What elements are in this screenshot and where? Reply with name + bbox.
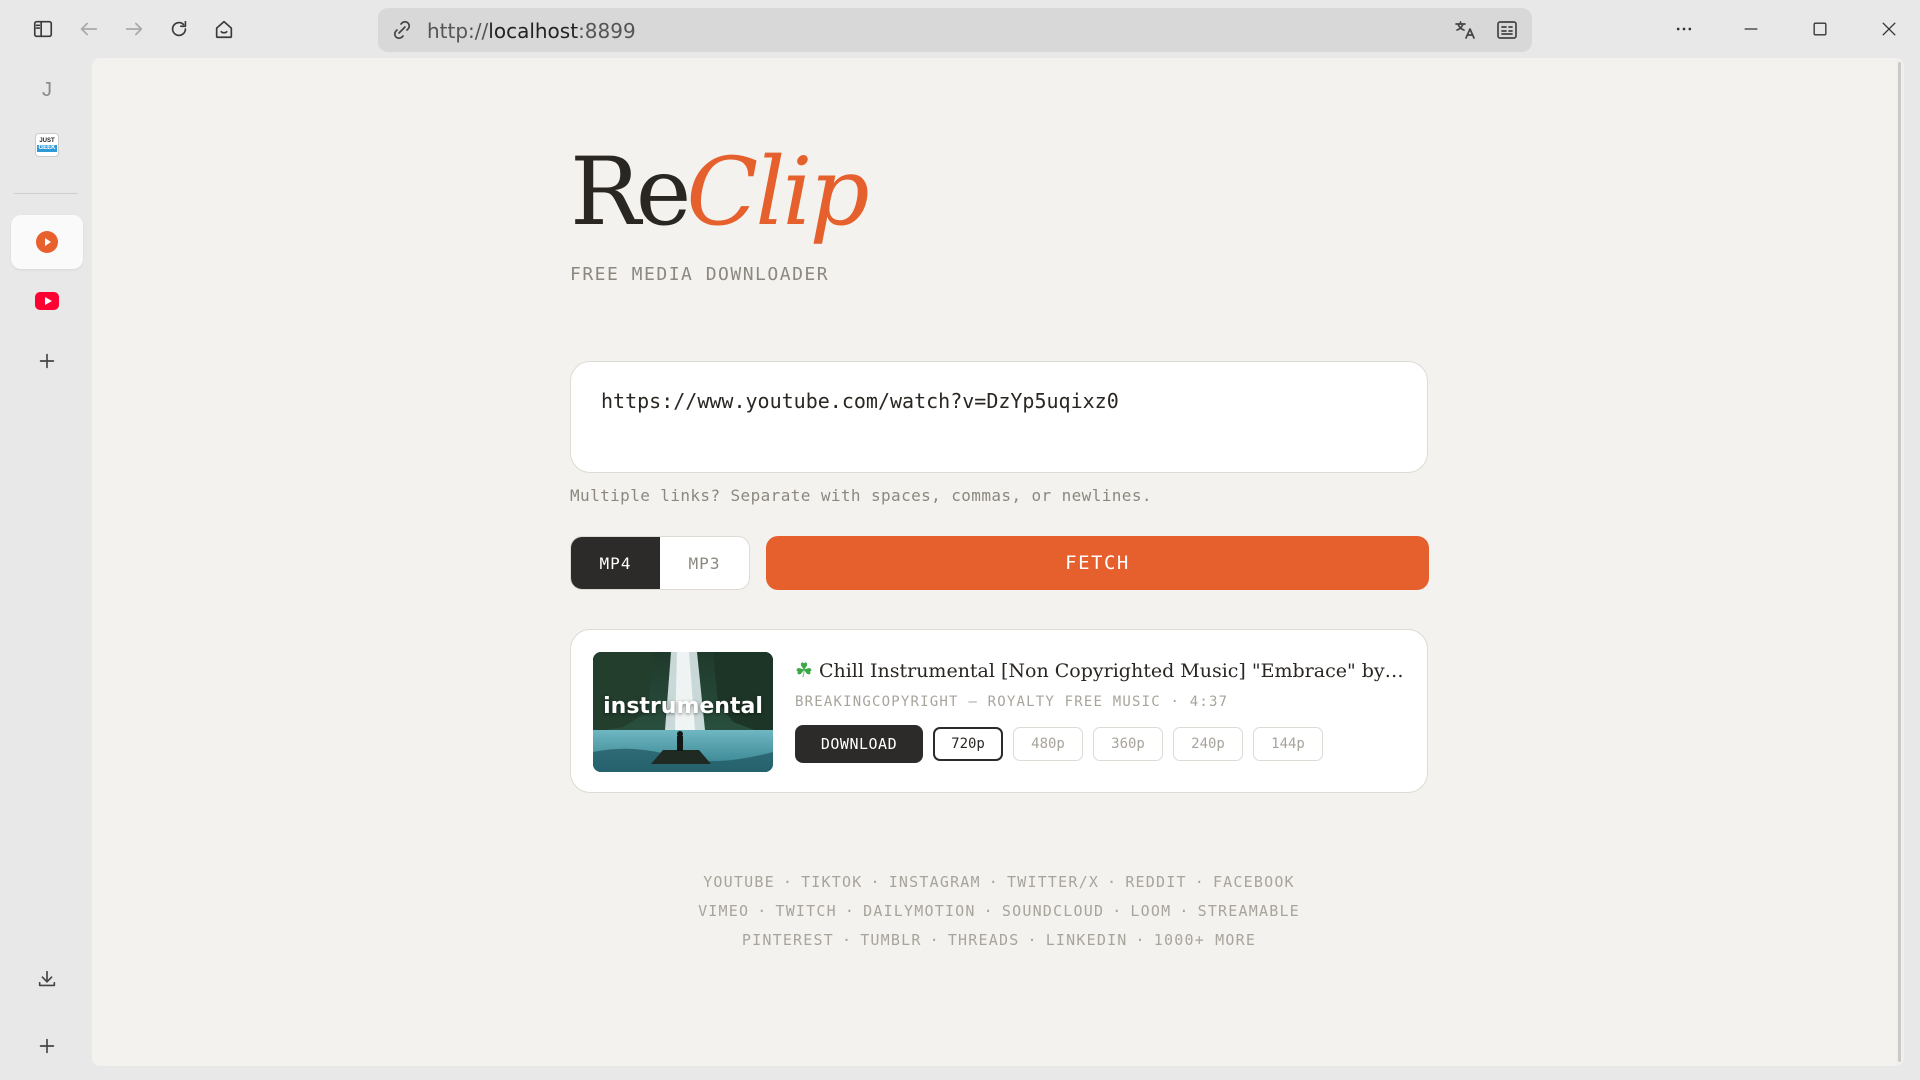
site-info-icon[interactable] <box>390 18 414 42</box>
reader-view-icon[interactable] <box>1495 18 1521 44</box>
sidebar-toggle-icon[interactable] <box>27 13 59 45</box>
plus-icon <box>39 353 55 369</box>
minimize-icon[interactable] <box>1733 12 1769 46</box>
translate-icon[interactable] <box>1453 18 1479 44</box>
format-mp3-button[interactable]: MP3 <box>660 537 749 589</box>
page-viewport: ReClip FREE MEDIA DOWNLOADER https://www… <box>92 58 1904 1066</box>
sidebar-item-profile[interactable]: J <box>11 63 83 117</box>
quality-480p-button[interactable]: 480p <box>1013 727 1083 761</box>
quality-144p-button[interactable]: 144p <box>1253 727 1323 761</box>
page-scrollbar[interactable] <box>1896 58 1904 1066</box>
video-title: ☘ Chill Instrumental [Non Copyrighted Mus… <box>795 658 1409 682</box>
profile-letter-icon: J <box>42 78 52 101</box>
four-leaf-clover-icon: ☘ <box>795 658 813 682</box>
plus-icon <box>39 1038 55 1054</box>
sidebar-customize-button[interactable] <box>11 1019 83 1073</box>
sidebar-divider <box>14 193 78 194</box>
result-card: instrumental ☘ Chill Instrumental [Non Co… <box>570 629 1428 793</box>
download-icon <box>38 970 56 987</box>
maximize-icon[interactable] <box>1802 12 1838 46</box>
back-icon[interactable] <box>73 13 105 45</box>
youtube-icon <box>35 292 59 310</box>
home-icon[interactable] <box>208 13 240 45</box>
download-button[interactable]: DOWNLOAD <box>795 725 923 763</box>
reload-icon[interactable] <box>163 13 195 45</box>
more-menu-icon[interactable] <box>1666 12 1702 46</box>
video-thumbnail: instrumental <box>593 652 773 772</box>
supported-platforms: YOUTUBE · TIKTOK · INSTAGRAM · TWITTER/X · REDDI… <box>570 868 1428 955</box>
video-meta: BREAKINGCOPYRIGHT — ROYALTY FREE MUSIC ·… <box>795 694 1229 710</box>
format-toggle: MP4 MP3 <box>570 536 750 590</box>
sidebar-item-youtube[interactable] <box>11 274 83 328</box>
download-actions: DOWNLOAD 720p 480p 360p 240p 144p <box>795 725 1323 763</box>
forward-icon[interactable] <box>118 13 150 45</box>
sidebar-item-reclip[interactable] <box>11 215 83 269</box>
quality-720p-button[interactable]: 720p <box>933 727 1003 761</box>
browser-toolbar: http://localhost:8899 <box>0 0 1920 58</box>
sidebar-item-just-geek[interactable]: JUST GEEK <box>11 118 83 172</box>
address-bar[interactable]: http://localhost:8899 <box>378 8 1532 52</box>
address-url[interactable]: http://localhost:8899 <box>427 19 636 43</box>
tagline: FREE MEDIA DOWNLOADER <box>570 264 830 285</box>
reclip-logo: ReClip <box>570 138 870 247</box>
multi-link-hint: Multiple links? Separate with spaces, co… <box>570 486 1152 505</box>
just-geek-icon: JUST GEEK <box>35 133 59 157</box>
platform-row-1: YOUTUBE · TIKTOK · INSTAGRAM · TWITTER/X · REDDI… <box>703 873 1295 891</box>
reclip-app-icon <box>36 231 58 253</box>
quality-240p-button[interactable]: 240p <box>1173 727 1243 761</box>
quality-360p-button[interactable]: 360p <box>1093 727 1163 761</box>
channel-name: BREAKINGCOPYRIGHT — ROYALTY FREE MUSIC <box>795 694 1161 710</box>
browser-sidebar: J JUST GEEK <box>0 58 92 1080</box>
url-input-value[interactable]: https://www.youtube.com/watch?v=DzYp5uqi… <box>601 389 1119 413</box>
platform-row-3: PINTEREST · TUMBLR · THREADS · LINKEDIN · 1000+ … <box>741 931 1257 949</box>
format-mp4-button[interactable]: MP4 <box>571 537 660 589</box>
platform-row-2: VIMEO · TWITCH · DAILYMOTION · SOUNDCLOUD · LOOM… <box>698 902 1300 920</box>
url-input[interactable]: https://www.youtube.com/watch?v=DzYp5uqi… <box>570 361 1428 473</box>
fetch-button[interactable]: FETCH <box>766 536 1429 590</box>
close-icon[interactable] <box>1871 12 1907 46</box>
sidebar-downloads-button[interactable] <box>11 952 83 1006</box>
sidebar-add-button[interactable] <box>11 334 83 388</box>
video-duration: 4:37 <box>1189 694 1229 710</box>
thumbnail-overlay-text: instrumental <box>603 694 763 719</box>
